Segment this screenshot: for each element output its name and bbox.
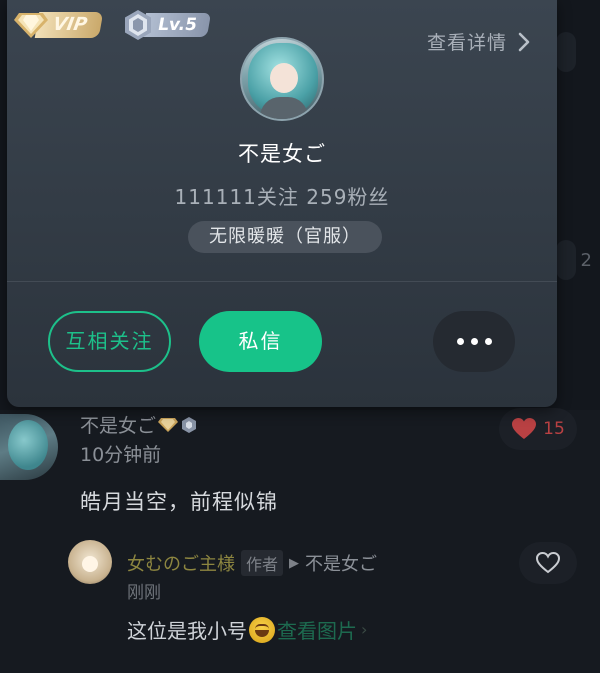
view-details-link[interactable]: 查看详情 [427, 28, 531, 55]
side-pill-middle[interactable] [556, 240, 576, 280]
profile-avatar[interactable] [240, 37, 324, 121]
comment-author-name: 不是女ご [80, 415, 157, 437]
server-tag: 无限暖暖（官服） [188, 221, 382, 253]
reply-author-name[interactable]: 女むのご主様 [127, 550, 235, 576]
private-message-button[interactable]: 私信 [199, 311, 322, 372]
commenter-avatar[interactable] [0, 414, 58, 480]
reply-target-name[interactable]: 不是女ご [305, 550, 377, 576]
side-pill-top[interactable] [556, 32, 576, 72]
user-profile-popup: VIP Lv.5 查看详情 不是女ご 111111关注 259粉丝 无限暖暖（官… [7, 0, 557, 407]
reply-time: 刚刚 [127, 583, 161, 603]
reply-arrow-icon: ▶ [289, 555, 300, 571]
more-options-button[interactable] [433, 311, 515, 372]
vip-badge[interactable]: VIP [13, 10, 104, 40]
chevron-right-icon: › [361, 620, 368, 639]
reply-text: 这位是我小号 [127, 619, 247, 643]
chevron-right-icon [518, 32, 530, 51]
reply-header: 女むのご主様 作者 ▶ 不是女ご [127, 550, 377, 576]
more-dot-icon [484, 338, 492, 345]
view-image-label: 查看图片 [277, 619, 357, 643]
like-count: 15 [543, 419, 565, 439]
side-count: 2 [580, 250, 592, 271]
mutual-follow-button[interactable]: 互相关注 [48, 311, 171, 372]
vip-diamond-icon [158, 417, 179, 432]
comment-author[interactable]: 不是女ご [80, 411, 198, 438]
reply-like-button[interactable] [519, 542, 577, 584]
level-badge-icon [182, 416, 197, 433]
view-details-label: 查看详情 [426, 32, 507, 54]
profile-name: 不是女ご [238, 142, 326, 166]
level-badge[interactable]: Lv.5 [122, 10, 211, 40]
more-dot-icon [470, 338, 478, 345]
diamond-icon [14, 13, 48, 38]
comment-time: 10分钟前 [80, 444, 162, 466]
grin-emoji-icon [249, 616, 275, 643]
divider [7, 281, 557, 282]
comment-text[interactable]: 皓月当空，前程似锦 [80, 486, 278, 516]
heart-filled-icon [512, 418, 537, 439]
author-badge: 作者 [241, 550, 284, 576]
profile-stats: 111111关注 259粉丝 [174, 185, 390, 209]
reply-text-row: 这位是我小号 查看图片 › [127, 615, 367, 644]
level-hexagon-icon [125, 10, 151, 40]
heart-outline-icon [535, 551, 561, 574]
more-dot-icon [456, 338, 464, 345]
view-image-link[interactable]: 查看图片 › [277, 615, 367, 644]
like-button[interactable]: 15 [499, 408, 577, 450]
reply-author-avatar[interactable] [68, 540, 112, 584]
